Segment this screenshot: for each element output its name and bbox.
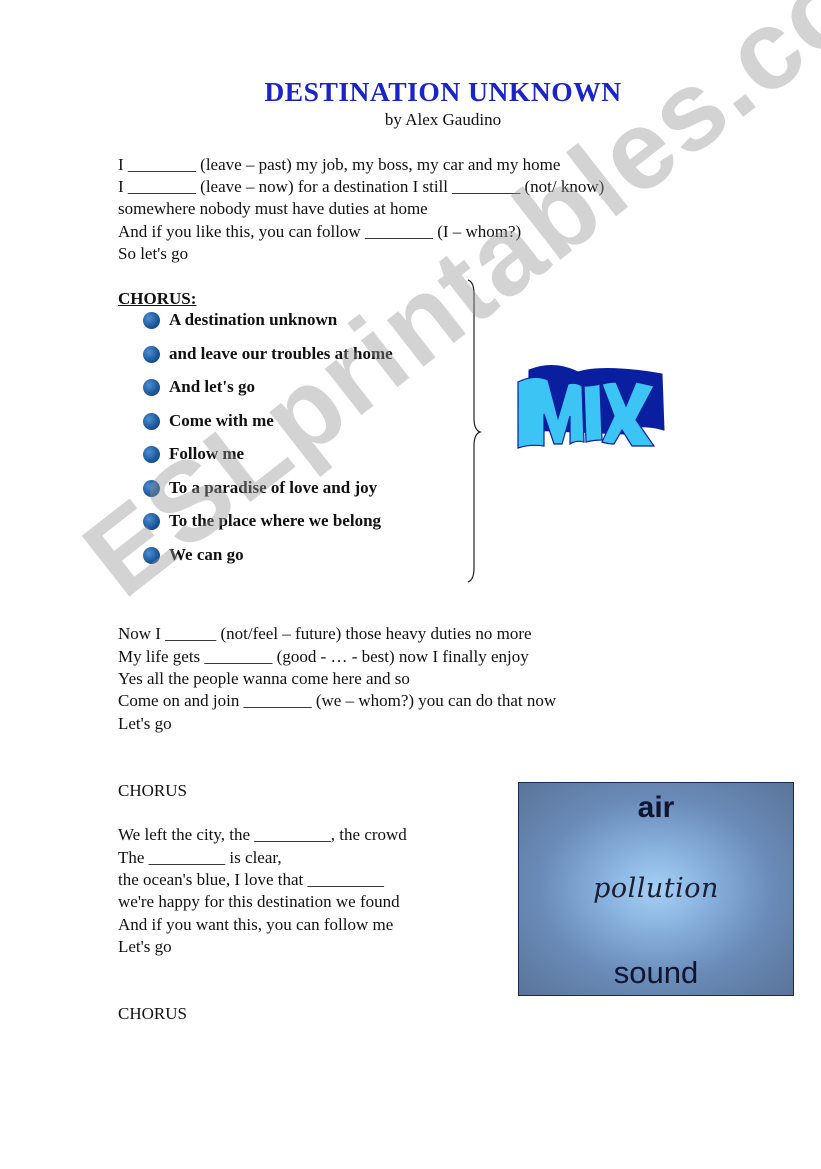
verse-line: Let's go bbox=[118, 937, 172, 956]
chorus-item: Follow me bbox=[143, 443, 244, 465]
verse-line: And if you like this, you can follow ___… bbox=[118, 222, 522, 241]
chorus-item: And let's go bbox=[143, 376, 255, 398]
bullet-icon bbox=[143, 311, 160, 329]
verse-line: I ________ (leave – now) for a destinati… bbox=[118, 177, 605, 196]
word-box-bottom: sound bbox=[613, 955, 699, 990]
verse-line: The _________ is clear, bbox=[118, 848, 282, 867]
chorus-marker: CHORUS bbox=[118, 781, 187, 800]
bullet-icon bbox=[143, 479, 160, 497]
mix-wordart bbox=[517, 365, 665, 449]
chorus-item: To a paradise of love and joy bbox=[143, 477, 377, 499]
verse-line: And if you want this, you can follow me bbox=[118, 915, 394, 934]
bullet-icon bbox=[143, 345, 160, 363]
chorus-item: and leave our troubles at home bbox=[143, 343, 393, 365]
chorus-item: A destination unknown bbox=[143, 309, 337, 331]
chorus-marker: CHORUS bbox=[118, 1004, 187, 1023]
chorus-item: Come with me bbox=[143, 410, 274, 432]
word-box: air pollution sound bbox=[518, 782, 794, 996]
worksheet-page: DESTINATION UNKNOWN by Alex Gaudino I __… bbox=[0, 0, 821, 1169]
verse-line: somewhere nobody must have duties at hom… bbox=[118, 199, 428, 218]
verse-line: I ________ (leave – past) my job, my bos… bbox=[118, 155, 561, 174]
verse-line: Let's go bbox=[118, 714, 172, 733]
verse-line: My life gets ________ (good - … - best) … bbox=[118, 647, 529, 666]
bullet-icon bbox=[143, 412, 160, 430]
chorus-item: We can go bbox=[143, 544, 244, 566]
verse-line: we're happy for this destination we foun… bbox=[118, 892, 400, 911]
verse-line: Yes all the people wanna come here and s… bbox=[118, 669, 410, 688]
verse-line: Come on and join ________ (we – whom?) y… bbox=[118, 691, 557, 710]
verse-line: the ocean's blue, I love that _________ bbox=[118, 870, 385, 889]
curly-brace-icon bbox=[467, 279, 482, 583]
bullet-icon bbox=[143, 378, 160, 396]
word-box-middle: pollution bbox=[593, 873, 719, 904]
song-author: by Alex Gaudino bbox=[384, 110, 502, 129]
verse-line: We left the city, the _________, the cro… bbox=[118, 825, 407, 844]
verse-line: Now I ______ (not/feel – future) those h… bbox=[118, 624, 532, 643]
mix-face bbox=[517, 376, 656, 449]
bullet-icon bbox=[143, 546, 160, 564]
bullet-icon bbox=[143, 445, 160, 463]
chorus-item: To the place where we belong bbox=[143, 510, 381, 532]
chorus-heading: CHORUS: bbox=[118, 289, 197, 308]
verse-line: So let's go bbox=[118, 244, 189, 263]
word-box-top: air bbox=[637, 791, 675, 824]
song-title: DESTINATION UNKNOWN bbox=[264, 77, 622, 107]
bullet-icon bbox=[143, 512, 160, 530]
